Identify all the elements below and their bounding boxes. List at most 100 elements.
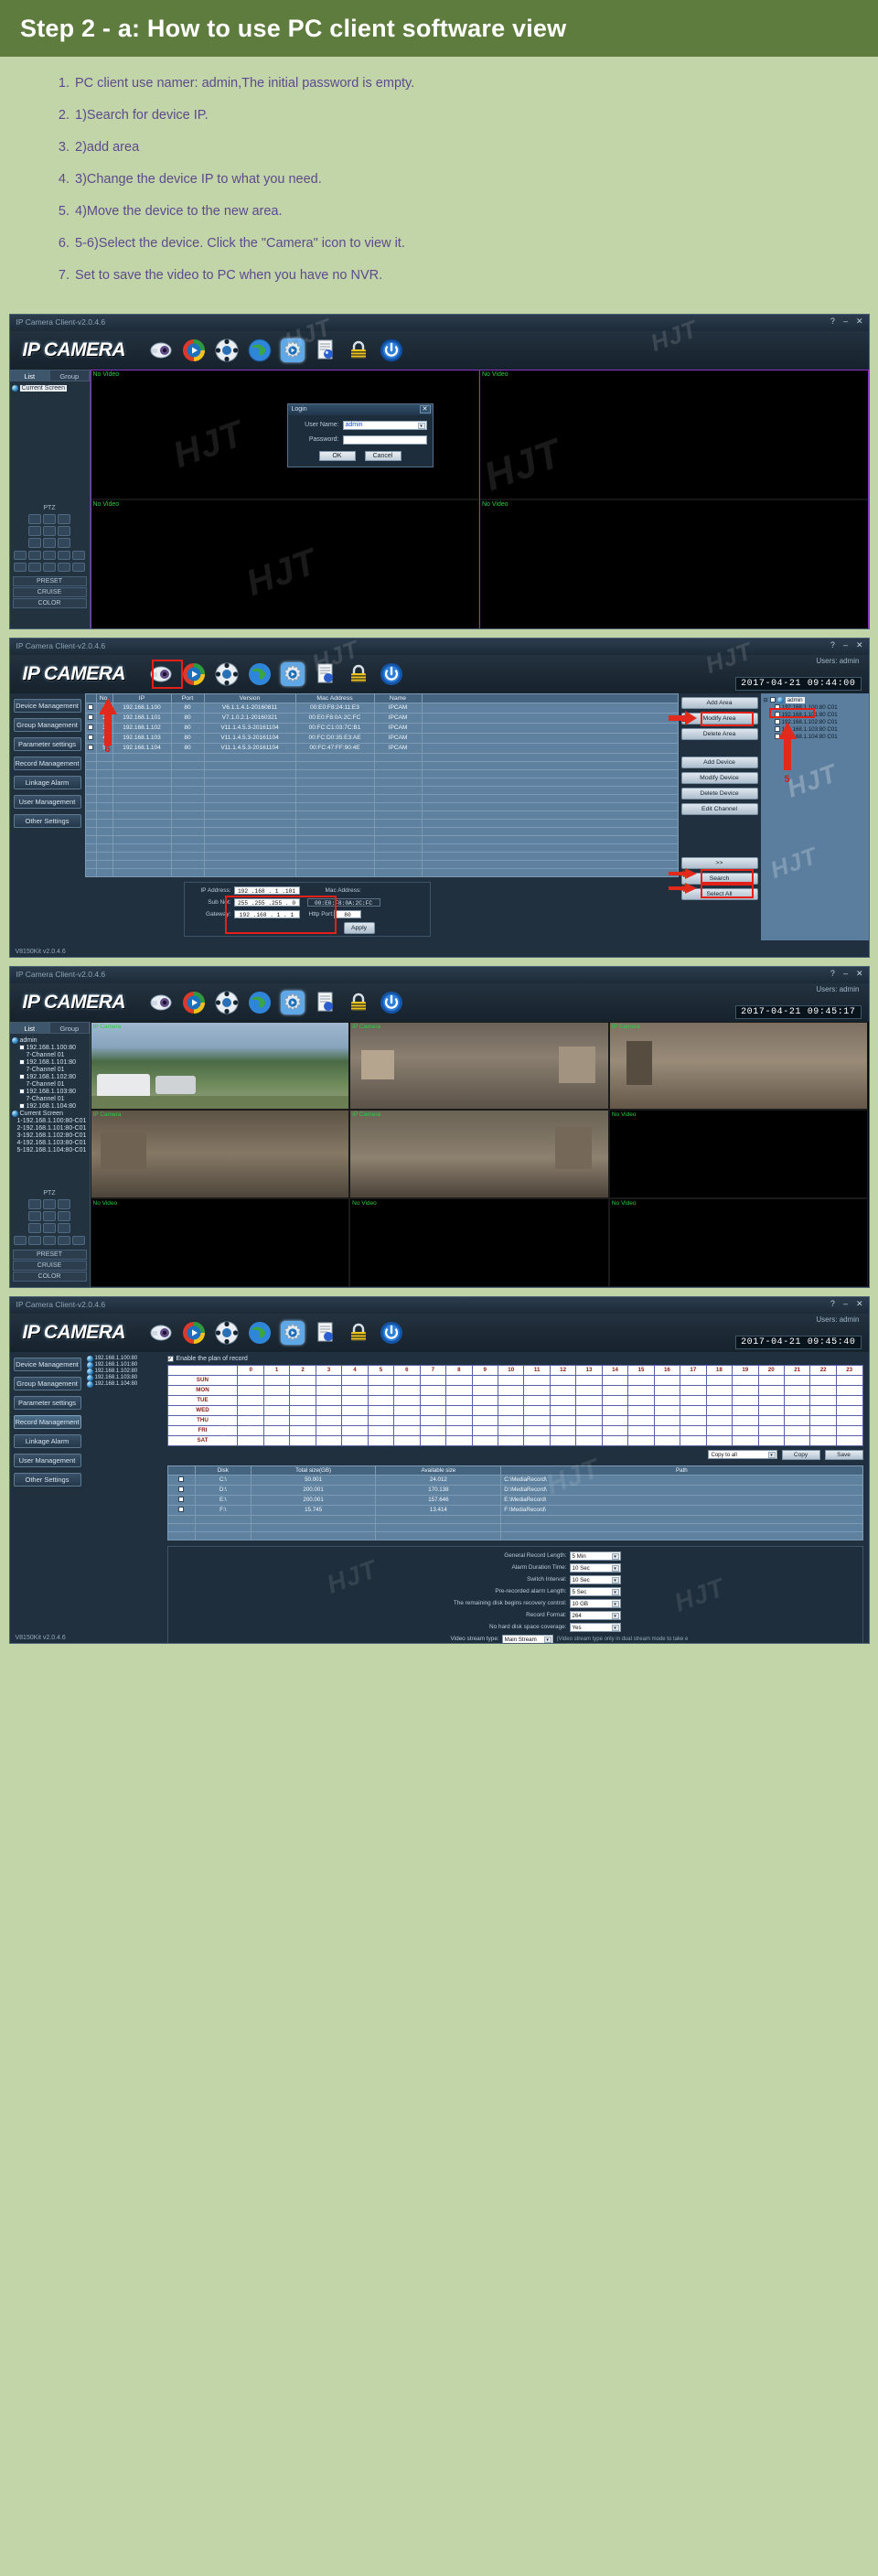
tree-node[interactable]: 192.168.1.102:80: [86, 1368, 160, 1375]
tree-node[interactable]: 192.168.1.101:80: [12, 1059, 88, 1066]
add-device-button[interactable]: Add Device: [680, 756, 758, 768]
globe-icon[interactable]: [248, 662, 272, 686]
tree-node[interactable]: 192.168.1.100:80: [86, 1355, 160, 1362]
gear-icon[interactable]: [281, 1320, 305, 1345]
device-tree[interactable]: admin 192.168.1.100:80 7-Channel 01 192.…: [10, 1034, 90, 1157]
cancel-button[interactable]: Cancel: [364, 450, 402, 461]
ok-button[interactable]: OK: [318, 450, 356, 461]
close-button[interactable]: ✕: [856, 317, 863, 327]
video-cell[interactable]: IP Camera: [608, 1021, 869, 1111]
ptz-left[interactable]: [28, 525, 41, 536]
record-format-select[interactable]: 264 ▾: [569, 1610, 621, 1620]
ptz-focus-near[interactable]: [43, 1235, 56, 1245]
globe-icon[interactable]: [248, 991, 272, 1014]
ptz-wiper[interactable]: [72, 562, 85, 572]
ptz-speed-up[interactable]: [28, 562, 41, 572]
lock-icon[interactable]: [347, 991, 370, 1014]
window2-titlebar[interactable]: IP Camera Client-v2.0.4.6 ? – ✕: [9, 638, 869, 655]
play-icon[interactable]: [182, 991, 206, 1014]
camera-icon[interactable]: [149, 991, 173, 1014]
ptz-up-right[interactable]: [58, 1198, 70, 1209]
switch-interval-select[interactable]: 10 Sec ▾: [569, 1574, 621, 1584]
sidebar-item-linkage-alarm[interactable]: Linkage Alarm: [13, 775, 81, 789]
help-button[interactable]: ?: [830, 969, 835, 979]
tree-node[interactable]: 192.168.1.103:80: [12, 1089, 88, 1095]
chevron-down-icon[interactable]: ▾: [417, 422, 425, 429]
video-cell[interactable]: No Video: [90, 1197, 350, 1287]
ptz-left[interactable]: [28, 1210, 41, 1221]
record-schedule-table[interactable]: 0 1 2 3 4 5 6 7 8 9 10 11 12 13 14 15 16: [166, 1364, 863, 1446]
ptz-dpad[interactable]: [10, 513, 90, 548]
ptz-up-right[interactable]: [58, 513, 70, 524]
tree-node[interactable]: 192.168.1.102:80: [12, 1074, 88, 1080]
sidebar-item-linkage-alarm[interactable]: Linkage Alarm: [13, 1433, 81, 1448]
device-table[interactable]: No. IP Port Version Mac Address Name 1 1…: [84, 692, 679, 877]
power-icon[interactable]: [380, 991, 403, 1014]
log-icon[interactable]: [314, 662, 337, 686]
globe-icon[interactable]: [248, 1321, 272, 1345]
alarm-duration-select[interactable]: 10 Sec ▾: [569, 1562, 621, 1572]
play-icon[interactable]: [182, 662, 206, 686]
log-icon[interactable]: [314, 338, 337, 362]
ptz-down-right[interactable]: [58, 1222, 70, 1233]
gear-icon[interactable]: [281, 338, 305, 362]
chevron-down-icon[interactable]: ▾: [611, 1576, 619, 1583]
ptz-auto[interactable]: [43, 562, 56, 572]
tree-node[interactable]: 7-Channel 01: [12, 1081, 88, 1088]
tree-node[interactable]: 192.168.1.104:80: [12, 1103, 88, 1110]
minimize-button[interactable]: –: [843, 969, 848, 979]
ptz-extra-controls[interactable]: [10, 1235, 90, 1245]
sidebar-item-parameter-settings[interactable]: Parameter settings: [13, 1395, 81, 1410]
chevron-down-icon[interactable]: ▾: [611, 1624, 619, 1631]
close-button[interactable]: ✕: [856, 969, 863, 979]
copy-button[interactable]: Copy: [781, 1449, 820, 1460]
prerecord-length-select[interactable]: 5 Sec ▾: [569, 1586, 621, 1596]
login-dialog-titlebar[interactable]: Login ✕: [287, 403, 433, 415]
screen-node[interactable]: 4-192.168.1.103:80-C01: [12, 1140, 88, 1146]
window1-titlebar[interactable]: IP Camera Client-v2.0.4.6 ? – ✕: [9, 314, 869, 331]
ptz-right[interactable]: [58, 525, 70, 536]
close-icon[interactable]: ✕: [419, 404, 431, 413]
tree-node[interactable]: 7-Channel 01: [12, 1052, 88, 1058]
delete-area-button[interactable]: Delete Area: [680, 727, 758, 740]
video-cell[interactable]: No Video: [608, 1197, 869, 1287]
playback-icon[interactable]: [215, 1321, 239, 1345]
sidebar-item-device-management[interactable]: Device Management: [13, 1357, 81, 1371]
sidebar-item-user-management[interactable]: User Management: [13, 794, 81, 809]
username-input[interactable]: admin ▾: [342, 420, 427, 430]
power-icon[interactable]: [380, 338, 403, 362]
tab-group[interactable]: Group: [49, 369, 90, 381]
row-checkbox[interactable]: [166, 1484, 196, 1496]
row-checkbox[interactable]: [84, 742, 97, 754]
ptz-right[interactable]: [58, 1210, 70, 1221]
ptz-light[interactable]: [58, 562, 70, 572]
chevron-down-icon[interactable]: ▾: [611, 1612, 619, 1619]
disk-recovery-select[interactable]: 10 GB ▾: [569, 1598, 621, 1608]
row-checkbox[interactable]: [166, 1494, 196, 1506]
video-cell[interactable]: IP Camera: [90, 1021, 350, 1111]
tree-root[interactable]: admin: [11, 1036, 88, 1044]
tree-root[interactable]: ⊟ admin: [764, 696, 866, 703]
tree-node[interactable]: 192.168.1.104:80: [86, 1380, 160, 1388]
close-button[interactable]: ✕: [856, 1299, 863, 1309]
video-cell[interactable]: IP Camera: [349, 1021, 609, 1111]
tree-root[interactable]: Current Screen: [11, 384, 88, 392]
screen-node[interactable]: 1-192.168.1.100:80-C01: [12, 1118, 88, 1124]
sidebar-item-group-management[interactable]: Group Management: [13, 717, 81, 732]
preset-button[interactable]: PRESET: [12, 1249, 87, 1260]
ptz-zoom-in[interactable]: [14, 550, 27, 560]
tab-group[interactable]: Group: [49, 1021, 90, 1034]
row-checkbox[interactable]: [166, 1504, 196, 1516]
http-port-input[interactable]: 80: [333, 909, 361, 918]
video-grid[interactable]: IP Camera IP Camera IP Camera IP Camera …: [90, 1021, 869, 1287]
delete-device-button[interactable]: Delete Device: [680, 787, 758, 800]
gear-icon[interactable]: [281, 990, 305, 1014]
playback-icon[interactable]: [215, 991, 239, 1014]
area-tree[interactable]: ⊟ admin 192.168.1.100:80 C01 192.168.1.1…: [760, 692, 869, 940]
help-button[interactable]: ?: [830, 640, 835, 650]
minimize-button[interactable]: –: [843, 1299, 848, 1309]
video-cell[interactable]: No Video: [90, 499, 479, 628]
video-cell[interactable]: No Video: [479, 369, 869, 500]
chevron-down-icon[interactable]: ▾: [611, 1588, 619, 1595]
sidebar-item-other-settings[interactable]: Other Settings: [13, 813, 81, 828]
